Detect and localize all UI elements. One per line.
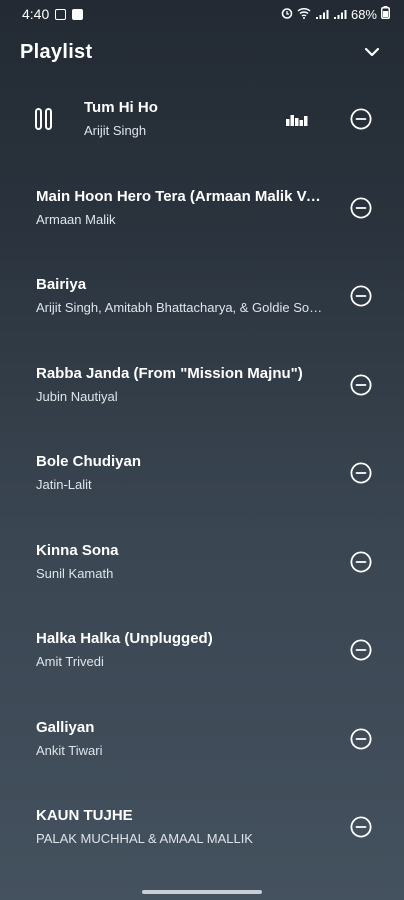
list-item[interactable]: Kinna Sona Sunil Kamath — [0, 518, 404, 607]
battery-icon — [381, 6, 390, 22]
remove-button[interactable] — [350, 551, 372, 573]
playlist-header: Playlist — [20, 36, 384, 68]
remove-button[interactable] — [350, 816, 372, 838]
remove-button[interactable] — [350, 374, 372, 396]
remove-icon — [350, 374, 372, 396]
song-artist: PALAK MUCHHAL & AMAAL MALLIK — [36, 831, 253, 847]
list-item[interactable]: Bole Chudiyan Jatin-Lalit — [0, 429, 404, 518]
remove-button[interactable] — [350, 728, 372, 750]
wifi-icon — [297, 7, 311, 22]
remove-icon — [350, 462, 372, 484]
song-title: Kinna Sona — [36, 541, 119, 559]
pause-icon — [35, 108, 52, 131]
song-artist: Armaan Malik — [36, 211, 116, 227]
song-artist: Jubin Nautiyal — [36, 388, 118, 404]
status-bar: 4:40 68% — [0, 0, 404, 28]
list-item[interactable]: Bairiya Arijit Singh, Amitabh Bhattachar… — [0, 252, 404, 341]
status-time: 4:40 — [22, 6, 50, 22]
battery-percent: 68% — [350, 6, 377, 22]
song-artist: Jatin-Lalit — [36, 477, 92, 493]
remove-icon — [350, 728, 372, 750]
song-title: Halka Halka (Unplugged) — [36, 630, 213, 648]
song-artist: Amit Trivedi — [36, 654, 104, 670]
signal-icon — [333, 9, 347, 20]
list-item[interactable]: Rabba Janda (From "Mission Majnu") Jubin… — [0, 341, 404, 430]
song-title: Main Hoon Hero Tera (Armaan Malik Versio… — [36, 187, 324, 205]
equalizer-icon — [286, 115, 308, 127]
song-title: Bole Chudiyan — [36, 453, 142, 471]
list-item[interactable]: Halka Halka (Unplugged) Amit Trivedi — [0, 606, 404, 695]
remove-button[interactable] — [350, 285, 372, 307]
app-icon — [72, 8, 84, 20]
remove-icon — [350, 285, 372, 307]
remove-button[interactable] — [350, 639, 372, 661]
remove-button[interactable] — [350, 108, 372, 130]
list-item[interactable]: Galliyan Ankit Tiwari — [0, 695, 404, 784]
home-indicator[interactable] — [142, 890, 262, 894]
remove-icon — [350, 816, 372, 838]
gallery-icon — [55, 8, 67, 20]
remove-button[interactable] — [350, 462, 372, 484]
page-title: Playlist — [20, 40, 93, 63]
remove-button[interactable] — [350, 197, 372, 219]
remove-icon — [350, 551, 372, 573]
song-title: KAUN TUJHE — [36, 807, 133, 825]
remove-icon — [350, 639, 372, 661]
song-title: Galliyan — [36, 718, 95, 736]
song-artist: Sunil Kamath — [36, 565, 114, 581]
pause-button[interactable] — [34, 107, 54, 131]
song-title: Bairiya — [36, 276, 87, 294]
list-item[interactable]: Main Hoon Hero Tera (Armaan Malik Versio… — [0, 164, 404, 253]
list-item-now-playing[interactable]: Tum Hi Ho Arijit Singh — [0, 75, 404, 164]
alarm-icon — [281, 7, 293, 22]
remove-icon — [350, 108, 372, 130]
list-item[interactable]: KAUN TUJHE PALAK MUCHHAL & AMAAL MALLIK — [0, 783, 404, 872]
remove-icon — [350, 197, 372, 219]
signal-icon — [315, 9, 329, 20]
song-title: Rabba Janda (From "Mission Majnu") — [36, 364, 303, 382]
chevron-down-icon — [364, 47, 380, 57]
collapse-button[interactable] — [360, 40, 384, 64]
song-artist: Arijit Singh, Amitabh Bhattacharya, & Go… — [36, 300, 324, 316]
song-artist: Ankit Tiwari — [36, 742, 103, 758]
playlist-list: Tum Hi Ho Arijit Singh Main Hoon Hero Te… — [0, 75, 404, 872]
